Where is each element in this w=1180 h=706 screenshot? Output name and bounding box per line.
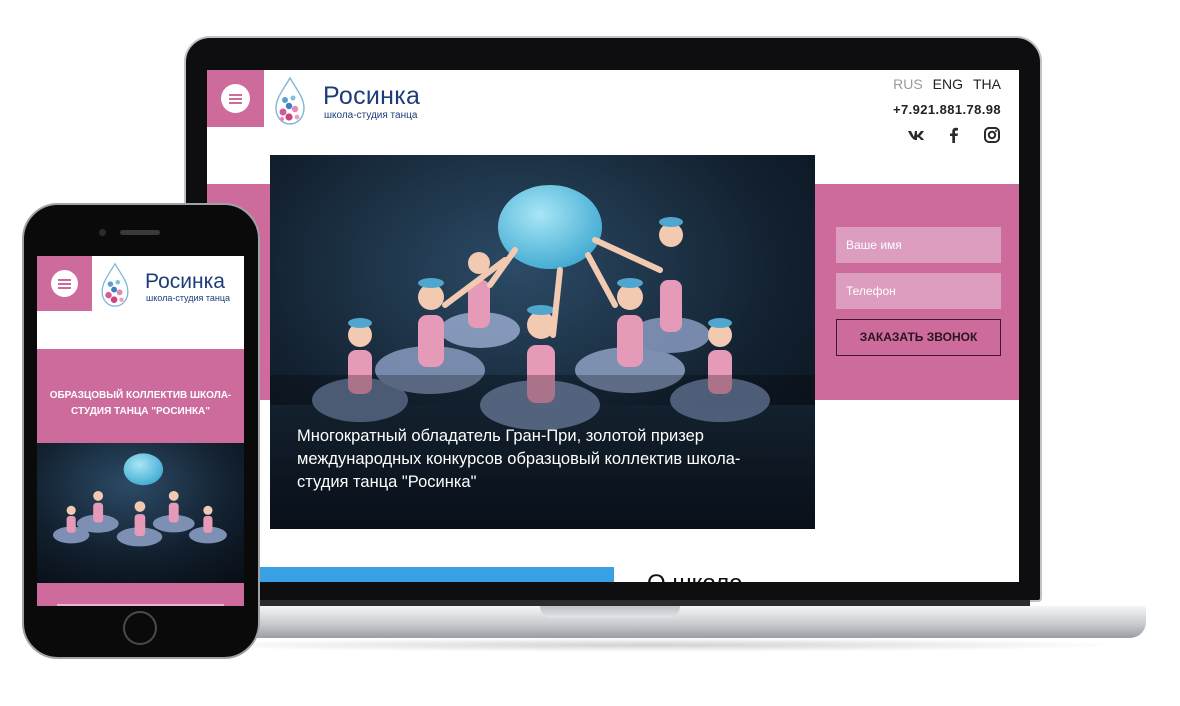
phone-speaker	[120, 230, 160, 235]
mobile-site: Росинка школа-студия танца ОБРАЗЦОВЫЙ КО…	[37, 256, 244, 606]
mobile-menu-button[interactable]	[37, 256, 92, 311]
callback-form: Ваше имя Телефон ЗАКАЗАТЬ ЗВОНОК	[836, 227, 1001, 356]
laptop-shadow	[170, 638, 1130, 652]
mobile-divider	[57, 604, 224, 606]
hero-caption: Многократный обладатель Гран-При, золото…	[297, 427, 741, 491]
lang-eng[interactable]: ENG	[933, 76, 963, 92]
hero-image: Многократный обладатель Гран-При, золото…	[270, 155, 815, 529]
about-heading: О школе	[647, 570, 743, 582]
facebook-icon[interactable]	[945, 126, 963, 144]
phone-field[interactable]: Телефон	[836, 273, 1001, 309]
menu-button[interactable]	[207, 70, 264, 127]
phone-home-button	[123, 611, 157, 645]
mobile-site-subtitle: школа-студия танца	[146, 293, 231, 303]
site-subtitle: школа-студия танца	[324, 110, 418, 121]
order-call-button[interactable]: ЗАКАЗАТЬ ЗВОНОК	[836, 319, 1001, 356]
mobile-hero-image	[37, 443, 244, 583]
vk-icon[interactable]	[907, 126, 925, 144]
mobile-site-title[interactable]: Росинка	[145, 270, 225, 294]
phone-number[interactable]: +7.921.881.78.98	[893, 102, 1001, 117]
desktop-site: Росинка школа-студия танца RUS ENG THA +7.…	[207, 70, 1019, 582]
droplet-logo-icon	[101, 262, 129, 307]
blue-strip	[257, 567, 614, 582]
language-switcher: RUS ENG THA	[883, 76, 1001, 92]
phone-camera	[99, 229, 106, 236]
site-title[interactable]: Росинка	[323, 82, 420, 111]
dancers-photo	[37, 443, 244, 583]
droplet-logo-icon	[275, 76, 305, 125]
hamburger-icon	[221, 84, 250, 113]
name-field[interactable]: Ваше имя	[836, 227, 1001, 263]
laptop-notch	[540, 606, 680, 618]
mobile-heading: ОБРАЗЦОВЫЙ КОЛЛЕКТИВ ШКОЛА-СТУДИЯ ТАНЦА …	[49, 390, 232, 417]
lang-rus[interactable]: RUS	[893, 76, 923, 92]
lang-tha[interactable]: THA	[973, 76, 1001, 92]
instagram-icon[interactable]	[983, 126, 1001, 144]
social-links	[887, 126, 1001, 144]
hamburger-icon	[51, 270, 78, 297]
